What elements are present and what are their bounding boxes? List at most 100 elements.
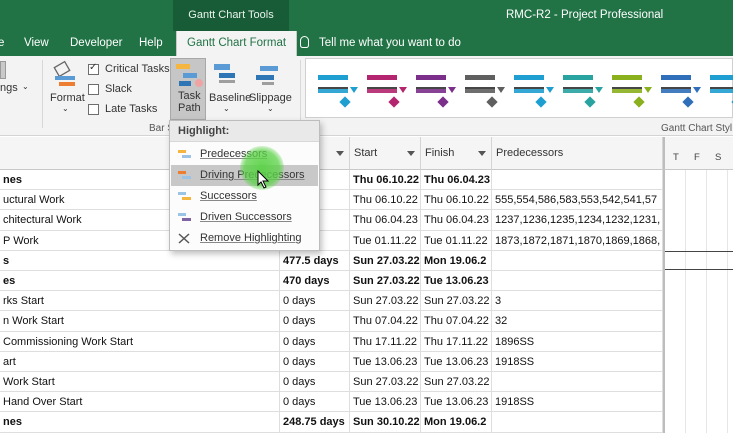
cell-task-name[interactable]: Work Start — [0, 372, 280, 392]
table-row[interactable]: art 0 days Tue 13.06.23 Tue 13.06.23 1918SS — [0, 351, 663, 372]
gantt-style-swatch[interactable] — [459, 65, 505, 111]
baseline-button[interactable]: Baseline ⌄ — [207, 60, 251, 122]
cell-predecessors[interactable]: 1918SS — [492, 351, 663, 372]
cell-start[interactable]: Thu 06.10.22 — [350, 190, 421, 211]
slack-label[interactable]: Slack — [105, 83, 132, 95]
tab-partial[interactable]: e — [0, 31, 18, 56]
tab-view[interactable]: View — [24, 31, 49, 56]
cell-finish[interactable]: Tue 01.11.22 — [421, 230, 492, 251]
cell-task-name[interactable]: rks Start — [0, 291, 280, 312]
critical-tasks-label[interactable]: Critical Tasks — [105, 63, 170, 75]
table-row[interactable]: uctural Work Thu 06.10.22 Thu 06.10.22 555,… — [0, 190, 663, 211]
cell-duration[interactable]: 248.75 days — [280, 412, 350, 433]
cell-predecessors[interactable] — [492, 372, 663, 392]
gantt-style-swatch[interactable] — [508, 65, 554, 111]
table-row[interactable]: nes Thu 06.10.22 Thu 06.04.23 — [0, 170, 663, 191]
gantt-style-swatch[interactable] — [361, 65, 407, 111]
cell-duration[interactable]: 477.5 days — [280, 250, 350, 271]
table-row[interactable]: Work Start 0 days Sun 27.03.22 Sun 27.03.22 — [0, 372, 663, 393]
menu-item-remove-highlighting[interactable]: Remove Highlighting — [171, 228, 318, 249]
cell-duration[interactable]: 0 days — [280, 291, 350, 312]
cell-finish[interactable]: Mon 19.06.2 — [421, 412, 492, 433]
table-row[interactable]: n Work Start 0 days Thu 07.04.22 Thu 07.04.… — [0, 311, 663, 332]
cell-start[interactable]: Thu 07.04.22 — [350, 311, 421, 332]
table-row[interactable]: rks Start 0 days Sun 27.03.22 Sun 27.03.22 3 — [0, 291, 663, 312]
cell-predecessors[interactable] — [492, 412, 663, 433]
gantt-style-swatch[interactable] — [312, 65, 358, 111]
cell-finish[interactable]: Tue 13.06.23 — [421, 392, 492, 413]
table-row[interactable]: chitectural Work Thu 06.04.23 Thu 06.04.23… — [0, 210, 663, 231]
cell-duration[interactable]: 470 days — [280, 271, 350, 291]
task-path-button[interactable]: Task Path — [170, 58, 206, 120]
cell-duration[interactable]: 0 days — [280, 331, 350, 352]
late-tasks-label[interactable]: Late Tasks — [105, 103, 157, 115]
cell-start[interactable]: Thu 06.10.22 — [350, 170, 421, 190]
cell-duration[interactable]: 0 days — [280, 351, 350, 372]
cell-start[interactable]: Tue 13.06.23 — [350, 351, 421, 372]
cell-start[interactable]: Sun 27.03.22 — [350, 291, 421, 312]
cell-finish[interactable]: Thu 17.11.22 — [421, 331, 492, 352]
gantt-style-swatch[interactable] — [410, 65, 456, 111]
cell-predecessors[interactable] — [492, 271, 663, 291]
cell-predecessors[interactable]: 1873,1872,1871,1870,1869,1868, — [492, 230, 663, 251]
cell-task-name[interactable]: n Work Start — [0, 311, 280, 332]
cell-predecessors[interactable]: 555,554,586,583,553,542,541,57 — [492, 190, 663, 211]
late-tasks-checkbox[interactable] — [88, 104, 99, 115]
cell-start[interactable]: Thu 06.04.23 — [350, 210, 421, 231]
cell-finish[interactable]: Mon 19.06.2 — [421, 250, 492, 271]
cell-finish[interactable]: Tue 13.06.23 — [421, 351, 492, 372]
partial-button[interactable] — [0, 61, 6, 79]
tab-gantt-chart-format[interactable]: Gantt Chart Format — [176, 31, 298, 56]
cell-start[interactable]: Tue 13.06.23 — [350, 392, 421, 413]
cell-start[interactable]: Tue 01.11.22 — [350, 230, 421, 251]
cell-task-name[interactable]: art — [0, 351, 280, 372]
cell-start[interactable]: Sun 27.03.22 — [350, 250, 421, 271]
tab-developer[interactable]: Developer — [70, 31, 122, 56]
cell-task-name[interactable]: Hand Over Start — [0, 392, 280, 413]
format-button[interactable]: Format ⌄ — [50, 60, 85, 122]
cell-task-name[interactable]: Commissioning Work Start — [0, 331, 280, 352]
cell-finish[interactable]: Sun 27.03.22 — [421, 372, 492, 392]
cell-start[interactable]: Thu 17.11.22 — [350, 331, 421, 352]
gantt-chart-style-gallery[interactable] — [305, 58, 733, 118]
cell-task-name[interactable]: es — [0, 271, 280, 291]
cell-finish[interactable]: Tue 13.06.23 — [421, 271, 492, 291]
tab-help[interactable]: Help — [139, 31, 163, 56]
gantt-chart-area[interactable] — [663, 170, 733, 433]
cell-task-name[interactable]: nes — [0, 412, 280, 433]
table-row[interactable]: Commissioning Work Start 0 days Thu 17.11.… — [0, 331, 663, 352]
critical-tasks-checkbox[interactable] — [88, 62, 99, 75]
menu-item-successors[interactable]: Successors — [171, 186, 318, 207]
table-row[interactable]: Hand Over Start 0 days Tue 13.06.23 Tue 13.… — [0, 392, 663, 413]
cell-start[interactable]: Sun 30.10.22 — [350, 412, 421, 433]
cell-finish[interactable]: Thu 07.04.22 — [421, 311, 492, 332]
column-header-predecessors[interactable]: Predecessors — [492, 137, 663, 170]
cell-finish[interactable]: Thu 06.04.23 — [421, 170, 492, 190]
table-row[interactable]: es 470 days Sun 27.03.22 Tue 13.06.23 — [0, 271, 663, 292]
cell-duration[interactable]: 0 days — [280, 372, 350, 392]
column-header-finish[interactable]: Finish — [421, 137, 492, 170]
gantt-style-swatch[interactable] — [606, 65, 652, 111]
cell-finish[interactable]: Sun 27.03.22 — [421, 291, 492, 312]
table-row[interactable]: s 477.5 days Sun 27.03.22 Mon 19.06.2 — [0, 250, 663, 271]
cell-predecessors[interactable] — [492, 250, 663, 271]
table-row[interactable]: nes 248.75 days Sun 30.10.22 Mon 19.06.2 — [0, 412, 663, 433]
cell-finish[interactable]: Thu 06.10.22 — [421, 190, 492, 211]
menu-item-driven-successors[interactable]: Driven Successors — [171, 207, 318, 228]
gantt-style-swatch[interactable] — [557, 65, 603, 111]
cell-predecessors[interactable]: 3 — [492, 291, 663, 312]
slippage-button[interactable]: Slippage ⌄ — [248, 60, 294, 122]
cell-start[interactable]: Sun 27.03.22 — [350, 271, 421, 291]
cell-duration[interactable]: 0 days — [280, 311, 350, 332]
cell-task-name[interactable]: s — [0, 250, 280, 271]
cell-predecessors[interactable]: 1237,1236,1235,1234,1232,1231, — [492, 210, 663, 231]
cell-finish[interactable]: Thu 06.04.23 — [421, 210, 492, 231]
gantt-style-swatch[interactable] — [704, 65, 733, 111]
cell-predecessors[interactable] — [492, 170, 663, 190]
cell-predecessors[interactable]: 1896SS — [492, 331, 663, 352]
cell-start[interactable]: Sun 27.03.22 — [350, 372, 421, 392]
column-header-start[interactable]: Start — [350, 137, 421, 170]
gantt-style-swatch[interactable] — [655, 65, 701, 111]
cell-predecessors[interactable]: 32 — [492, 311, 663, 332]
cell-duration[interactable]: 0 days — [280, 392, 350, 413]
